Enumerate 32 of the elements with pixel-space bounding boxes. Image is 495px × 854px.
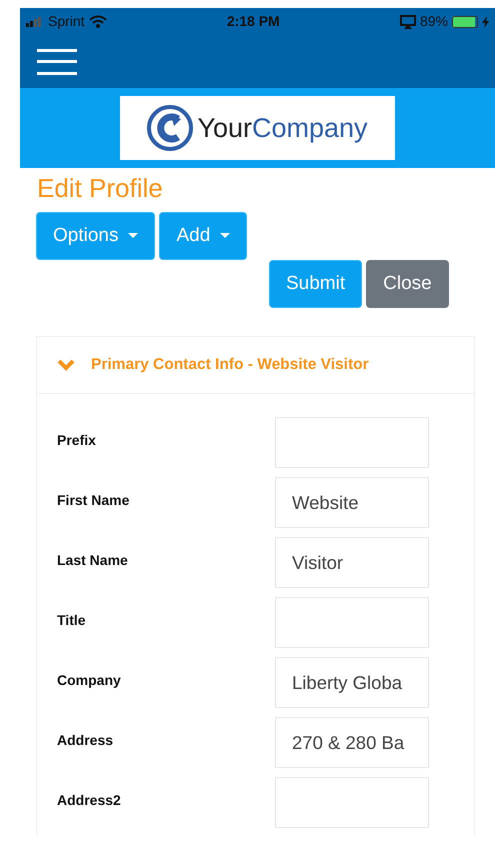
input-field[interactable]: Visitor bbox=[275, 537, 429, 588]
dropdown-button[interactable]: Options bbox=[36, 212, 156, 260]
input-field[interactable] bbox=[275, 417, 429, 468]
status-time: 2:18 PM bbox=[226, 12, 280, 31]
field-label: First Name bbox=[57, 491, 130, 510]
logo-text: YourCompany bbox=[197, 112, 368, 145]
field-label: Address bbox=[57, 731, 114, 750]
caret-icon bbox=[128, 233, 138, 238]
field-label: Title bbox=[57, 611, 87, 630]
battery-percent: 89% bbox=[420, 12, 448, 31]
input-field[interactable] bbox=[275, 777, 429, 828]
field-label: Prefix bbox=[57, 431, 97, 450]
field-label: Last Name bbox=[57, 551, 129, 570]
airplay-icon bbox=[400, 14, 416, 28]
battery-icon bbox=[452, 16, 478, 28]
input-field[interactable]: Website bbox=[275, 477, 429, 528]
input-field[interactable] bbox=[275, 597, 429, 648]
input-field[interactable]: Liberty Globa bbox=[275, 657, 429, 708]
input-field[interactable]: 270 & 280 Ba bbox=[275, 717, 429, 768]
page-title: Edit Profile bbox=[37, 172, 164, 204]
submit-button[interactable]: Submit bbox=[269, 260, 362, 308]
close-button[interactable]: Close bbox=[366, 260, 449, 308]
section-title: Primary Contact Info - Website Visitor bbox=[91, 355, 369, 376]
carrier-name: Sprint bbox=[48, 12, 85, 31]
signal-icon bbox=[26, 16, 44, 26]
field-label: Address2 bbox=[57, 791, 122, 810]
dropdown-button[interactable]: Add bbox=[159, 212, 248, 260]
field-label: Company bbox=[57, 671, 122, 690]
caret-icon bbox=[220, 233, 230, 238]
wifi-icon bbox=[88, 15, 107, 28]
menu-icon[interactable] bbox=[37, 48, 77, 74]
logo-mark-icon bbox=[147, 105, 194, 151]
